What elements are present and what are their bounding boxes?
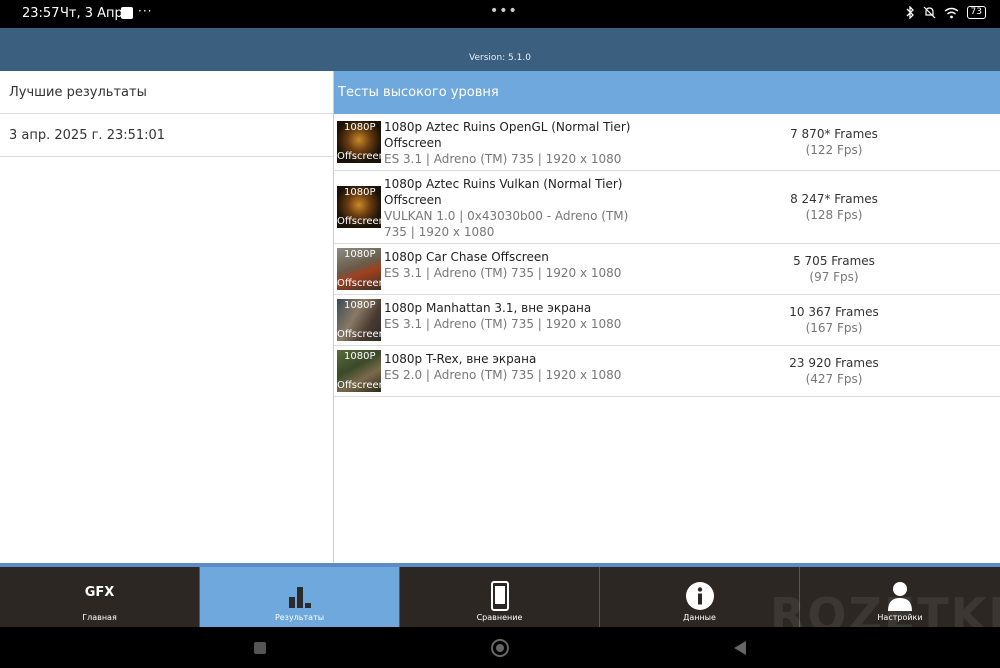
test-info: 1080p T-Rex, вне экрана ES 2.0 | Adreno … [384, 351, 654, 383]
nav-settings[interactable]: Настройки [800, 567, 1000, 627]
app-header: Version: 5.1.0 [0, 28, 1000, 71]
test-details: ES 3.1 | Adreno (TM) 735 | 1920 x 1080 [384, 266, 622, 280]
test-name: 1080p T-Rex, вне экрана [384, 352, 537, 366]
test-score: 23 920 Frames (427 Fps) [694, 355, 974, 387]
bluetooth-icon [906, 6, 914, 19]
test-score: 8 247* Frames (128 Fps) [694, 191, 974, 223]
status-date: Чт, 3 Апр [60, 6, 123, 21]
system-navigation-bar [0, 627, 1000, 668]
nav-home[interactable]: GFX Главная [0, 567, 200, 627]
wifi-icon [944, 7, 958, 18]
status-time: 23:57 [22, 6, 60, 21]
bar-chart-icon [289, 587, 311, 608]
nav-info[interactable]: Данные [600, 567, 800, 627]
test-score: 5 705 Frames (97 Fps) [694, 253, 974, 285]
test-info: 1080p Manhattan 3.1, вне экрана ES 3.1 |… [384, 300, 654, 332]
test-row[interactable]: 1080P Offscreen 1080p Aztec Ruins Vulkan… [334, 171, 1000, 244]
bottom-navigation: GFX Главная Результаты Сравнение Данные … [0, 563, 1000, 627]
test-details: ES 3.1 | Adreno (TM) 735 | 1920 x 1080 [384, 152, 622, 166]
test-frames: 10 367 Frames [789, 305, 879, 319]
test-thumbnail: 1080P Offscreen [337, 121, 381, 163]
test-thumbnail: 1080P Offscreen [337, 299, 381, 341]
phone-icon [491, 581, 509, 611]
test-fps: (122 Fps) [805, 143, 863, 157]
status-more: ··· [138, 4, 153, 18]
test-fps: (427 Fps) [805, 372, 863, 386]
nav-label: Главная [82, 613, 117, 622]
best-results-title: Лучшие результаты [0, 71, 333, 114]
test-details: ES 2.0 | Adreno (TM) 735 | 1920 x 1080 [384, 368, 622, 382]
test-info: 1080p Car Chase Offscreen ES 3.1 | Adren… [384, 249, 654, 281]
result-date-item[interactable]: 3 апр. 2025 г. 23:51:01 [0, 114, 333, 157]
nav-compare[interactable]: Сравнение [400, 567, 600, 627]
test-info: 1080p Aztec Ruins OpenGL (Normal Tier) O… [384, 119, 654, 167]
high-level-tests-header: Тесты высокого уровня [334, 71, 1000, 114]
test-row[interactable]: 1080P Offscreen 1080p Manhattan 3.1, вне… [334, 295, 1000, 346]
test-frames: 5 705 Frames [793, 254, 875, 268]
recents-icon[interactable] [254, 642, 266, 654]
window-menu-dots[interactable]: ••• [490, 3, 518, 19]
test-fps: (97 Fps) [809, 270, 859, 284]
nav-label: Настройки [877, 613, 923, 622]
test-row[interactable]: 1080P Offscreen 1080p Car Chase Offscree… [334, 244, 1000, 295]
notification-icon [121, 7, 133, 19]
test-name: 1080p Manhattan 3.1, вне экрана [384, 301, 592, 315]
test-name: 1080p Car Chase Offscreen [384, 250, 549, 264]
test-thumbnail: 1080P Offscreen [337, 248, 381, 290]
test-score: 7 870* Frames (122 Fps) [694, 126, 974, 158]
results-panel: Тесты высокого уровня 1080P Offscreen 10… [334, 71, 1000, 563]
test-row[interactable]: 1080P Offscreen 1080p T-Rex, вне экрана … [334, 346, 1000, 397]
test-frames: 23 920 Frames [789, 356, 879, 370]
mute-icon [923, 6, 935, 19]
gfx-logo-icon: GFX [84, 585, 115, 600]
nav-results[interactable]: Результаты [200, 567, 400, 627]
user-icon [888, 582, 912, 611]
nav-label: Сравнение [476, 613, 523, 622]
info-icon [686, 582, 714, 610]
nav-label: Результаты [274, 613, 325, 622]
results-sidebar: Лучшие результаты 3 апр. 2025 г. 23:51:0… [0, 71, 334, 563]
test-score: 10 367 Frames (167 Fps) [694, 304, 974, 336]
home-icon[interactable] [490, 638, 510, 658]
nav-label: Данные [683, 613, 716, 622]
test-name: 1080p Aztec Ruins Vulkan (Normal Tier) O… [384, 177, 623, 207]
back-icon[interactable] [734, 641, 746, 655]
test-frames: 7 870* Frames [790, 127, 878, 141]
test-name: 1080p Aztec Ruins OpenGL (Normal Tier) O… [384, 120, 631, 150]
version-label: Version: 5.1.0 [469, 53, 531, 63]
test-details: ES 3.1 | Adreno (TM) 735 | 1920 x 1080 [384, 317, 622, 331]
test-thumbnail: 1080P Offscreen [337, 350, 381, 392]
status-bar: 23:57 Чт, 3 Апр ··· ••• 73 [0, 0, 1000, 28]
status-icons: 73 [905, 6, 986, 19]
test-row[interactable]: 1080P Offscreen 1080p Aztec Ruins OpenGL… [334, 114, 1000, 171]
test-frames: 8 247* Frames [790, 192, 878, 206]
test-thumbnail: 1080P Offscreen [337, 186, 381, 228]
test-fps: (128 Fps) [805, 208, 863, 222]
test-fps: (167 Fps) [805, 321, 863, 335]
test-info: 1080p Aztec Ruins Vulkan (Normal Tier) O… [384, 176, 654, 240]
battery-icon: 73 [966, 6, 986, 19]
test-details: VULKAN 1.0 | 0x43030b00 - Adreno (TM) 73… [384, 209, 629, 239]
